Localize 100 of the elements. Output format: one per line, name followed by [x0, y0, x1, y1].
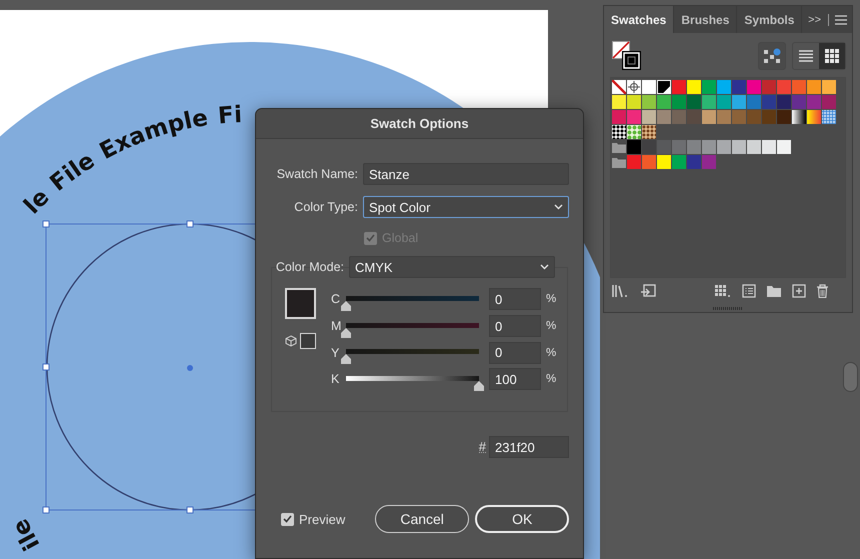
color-swatch[interactable] — [642, 95, 656, 109]
spot-color-swatch[interactable] — [657, 80, 671, 94]
slider-thumb[interactable] — [340, 300, 352, 311]
color-swatch[interactable] — [762, 140, 776, 154]
color-swatch[interactable] — [747, 80, 761, 94]
channel-value-field[interactable]: 100 — [489, 368, 541, 390]
selection-handle[interactable] — [42, 364, 50, 370]
color-swatch[interactable] — [687, 140, 701, 154]
folder-icon[interactable] — [612, 155, 626, 169]
web-safe-swatch[interactable] — [300, 333, 316, 349]
color-swatch[interactable] — [672, 110, 686, 124]
none-swatch[interactable] — [612, 80, 626, 94]
color-swatch[interactable] — [642, 140, 656, 154]
color-swatch[interactable] — [807, 80, 821, 94]
color-swatch[interactable] — [792, 80, 806, 94]
ok-button[interactable]: OK — [475, 505, 569, 533]
color-swatch[interactable] — [672, 80, 686, 94]
color-swatch[interactable] — [777, 110, 791, 124]
color-swatch[interactable] — [717, 140, 731, 154]
slider-thumb[interactable] — [340, 354, 352, 364]
add-icon[interactable] — [792, 284, 806, 298]
color-swatch[interactable] — [672, 95, 686, 109]
gradient-swatch[interactable] — [807, 110, 821, 124]
color-swatch[interactable] — [627, 95, 641, 109]
color-swatch[interactable] — [627, 140, 641, 154]
color-swatch[interactable] — [687, 95, 701, 109]
color-swatch[interactable] — [672, 155, 686, 169]
panel-overflow-button[interactable]: >> — [804, 6, 825, 33]
hex-field[interactable]: 231f20 — [489, 436, 569, 458]
pattern-swatch[interactable] — [642, 125, 656, 139]
gradient-swatch[interactable] — [792, 110, 806, 124]
color-swatch[interactable] — [717, 95, 731, 109]
color-swatch[interactable] — [702, 155, 716, 169]
color-swatch[interactable] — [807, 95, 821, 109]
trash-icon[interactable] — [816, 284, 829, 298]
panel-tab[interactable]: Swatches — [604, 6, 674, 33]
swatch-options-icon[interactable] — [742, 284, 756, 298]
color-swatch[interactable] — [762, 95, 776, 109]
color-swatch[interactable] — [822, 80, 836, 94]
swatch-group-icon[interactable] — [714, 284, 732, 298]
color-swatch[interactable] — [672, 140, 686, 154]
color-swatch[interactable] — [642, 110, 656, 124]
color-swatch[interactable] — [657, 140, 671, 154]
color-swatch[interactable] — [762, 110, 776, 124]
color-swatch[interactable] — [717, 80, 731, 94]
color-swatch[interactable] — [627, 110, 641, 124]
color-swatch[interactable] — [657, 95, 671, 109]
color-swatch[interactable] — [732, 80, 746, 94]
color-swatch[interactable] — [762, 80, 776, 94]
color-swatch[interactable] — [612, 110, 626, 124]
color-swatch[interactable] — [687, 110, 701, 124]
panel-tab[interactable]: Symbols — [737, 6, 802, 33]
color-swatch[interactable] — [732, 110, 746, 124]
color-swatch[interactable] — [657, 155, 671, 169]
color-swatch[interactable] — [747, 140, 761, 154]
slider-thumb[interactable] — [340, 328, 352, 338]
color-swatch[interactable] — [792, 95, 806, 109]
pattern-swatch[interactable] — [627, 125, 641, 139]
color-swatch[interactable] — [732, 140, 746, 154]
color-swatch[interactable] — [702, 140, 716, 154]
grid-view-button[interactable] — [819, 43, 845, 69]
channel-value-field[interactable]: 0 — [489, 288, 541, 310]
fill-stroke-icon[interactable] — [612, 41, 642, 71]
color-swatch[interactable] — [627, 155, 641, 169]
color-swatch[interactable] — [687, 80, 701, 94]
cancel-button[interactable]: Cancel — [374, 505, 470, 533]
panel-tab[interactable]: Brushes — [674, 6, 738, 33]
color-swatch[interactable] — [777, 95, 791, 109]
channel-value-field[interactable]: 0 — [489, 342, 541, 364]
selection-handle[interactable] — [186, 506, 194, 514]
registration-swatch[interactable] — [627, 80, 641, 94]
folder-icon[interactable] — [766, 284, 782, 298]
place-icon[interactable] — [640, 284, 656, 298]
library-icon[interactable] — [612, 284, 630, 298]
resize-grip[interactable] — [713, 306, 743, 310]
color-swatch[interactable] — [687, 155, 701, 169]
swatch-kinds-button[interactable] — [758, 42, 786, 70]
color-swatch[interactable] — [732, 95, 746, 109]
color-swatch[interactable] — [777, 140, 791, 154]
swatch-name-field[interactable]: Stanze — [363, 163, 569, 185]
color-swatch[interactable] — [717, 110, 731, 124]
color-mode-dropdown[interactable]: CMYK — [349, 256, 555, 278]
color-swatch[interactable] — [612, 95, 626, 109]
menu-icon[interactable] — [835, 14, 847, 24]
preview-checkbox[interactable] — [281, 512, 294, 526]
scroll-thumb[interactable] — [843, 362, 858, 392]
color-swatch[interactable] — [642, 80, 656, 94]
color-swatch[interactable] — [747, 110, 761, 124]
color-swatch[interactable] — [747, 95, 761, 109]
color-swatch[interactable] — [822, 95, 836, 109]
color-swatch[interactable] — [777, 80, 791, 94]
color-swatch[interactable] — [657, 110, 671, 124]
channel-value-field[interactable]: 0 — [489, 315, 541, 338]
selection-handle[interactable] — [186, 220, 194, 228]
color-type-dropdown[interactable]: Spot Color — [363, 196, 569, 218]
color-swatch[interactable] — [642, 155, 656, 169]
color-swatch[interactable] — [702, 110, 716, 124]
selection-handle[interactable] — [42, 506, 50, 514]
slider-thumb[interactable] — [473, 380, 485, 391]
gradient-swatch[interactable] — [822, 110, 836, 124]
